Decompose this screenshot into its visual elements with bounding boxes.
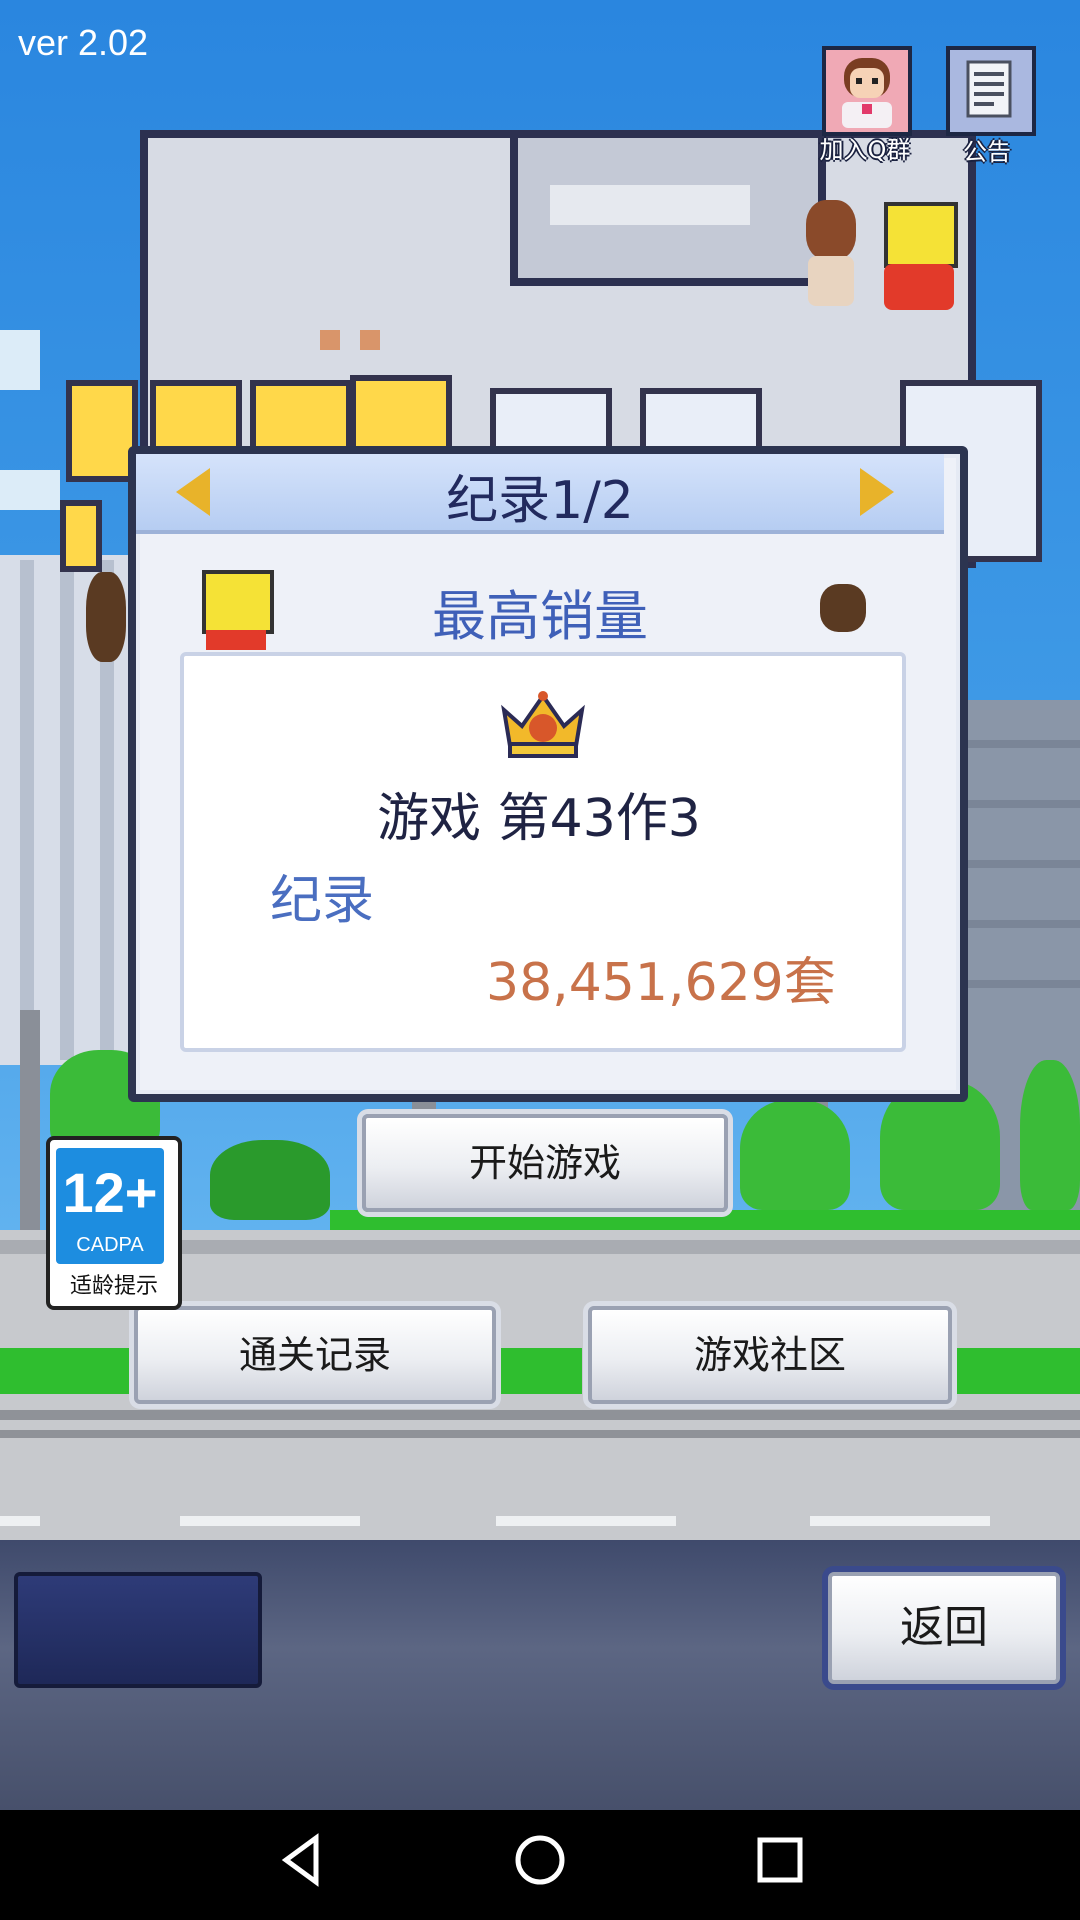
- tree: [740, 1100, 850, 1210]
- hedge: [950, 1348, 1080, 1394]
- building-window: [550, 185, 750, 225]
- dialog-title: 纪录1/2: [446, 471, 634, 531]
- nav-back-icon[interactable]: [262, 1830, 342, 1903]
- building-stripe: [20, 560, 34, 1060]
- notice-icon[interactable]: [946, 46, 1036, 136]
- lane-marking: [180, 1516, 360, 1526]
- building-window: [320, 330, 340, 350]
- hedge: [330, 1210, 1080, 1230]
- yellow-block-character-head: [884, 202, 958, 268]
- crown-icon: [501, 691, 585, 758]
- record-label: 纪录: [270, 871, 375, 931]
- building-stripe: [950, 860, 1080, 868]
- right-arrow-icon[interactable]: [860, 468, 894, 516]
- blank-panel-button[interactable]: [14, 1572, 262, 1688]
- yellow-block-character-body: [884, 264, 954, 310]
- nav-recent-icon[interactable]: [740, 1830, 820, 1903]
- cloud: [0, 330, 40, 390]
- street-pole: [20, 1010, 40, 1230]
- road-rail: [0, 1410, 1080, 1420]
- building-stripe: [950, 740, 1080, 748]
- document-icon: [966, 60, 1012, 118]
- tree: [210, 1140, 330, 1220]
- age-rating-number: 12+: [62, 1161, 158, 1224]
- title-logo-block: [350, 375, 452, 457]
- start-game-button[interactable]: 开始游戏: [362, 1114, 728, 1212]
- lane-marking: [0, 1516, 40, 1526]
- monkey-character: [86, 572, 126, 662]
- building-window: [360, 330, 380, 350]
- notice-label: 公告: [963, 138, 1011, 166]
- record-heading: 最高销量: [432, 585, 648, 648]
- building-stripe: [950, 920, 1080, 928]
- version-label: ver 2.02: [18, 22, 149, 63]
- left-arrow-icon[interactable]: [176, 468, 210, 516]
- title-logo-block: [60, 500, 102, 572]
- qq-group-icon[interactable]: [822, 46, 912, 136]
- lane-marking: [810, 1516, 990, 1526]
- hedge: [496, 1348, 582, 1394]
- lane-marking: [496, 1516, 676, 1526]
- age-rating-org: CADPA: [76, 1234, 144, 1256]
- sales-value: 38,451,629套: [486, 953, 836, 1013]
- tree: [1020, 1060, 1080, 1210]
- girl-character-head: [806, 200, 856, 260]
- qq-group-label: 加入Q群: [819, 136, 911, 164]
- game-name: 游戏 第43作3: [377, 789, 701, 849]
- clear-records-button[interactable]: 通关记录: [134, 1306, 496, 1404]
- girl-character-body: [808, 256, 854, 306]
- nav-home-icon[interactable]: [500, 1830, 580, 1903]
- hedge: [0, 1348, 130, 1394]
- road-rail: [0, 1430, 1080, 1438]
- age-rating-label: 适龄提示: [69, 1274, 158, 1299]
- title-logo-block: [150, 380, 242, 452]
- girl-portrait-icon: [842, 58, 892, 128]
- back-button[interactable]: 返回: [828, 1572, 1060, 1684]
- building-stripe: [60, 560, 74, 1060]
- building-stripe: [950, 980, 1080, 988]
- building-stripe: [950, 800, 1080, 808]
- cloud: [0, 470, 60, 510]
- title-logo-block: [250, 380, 352, 452]
- game-community-button[interactable]: 游戏社区: [588, 1306, 952, 1404]
